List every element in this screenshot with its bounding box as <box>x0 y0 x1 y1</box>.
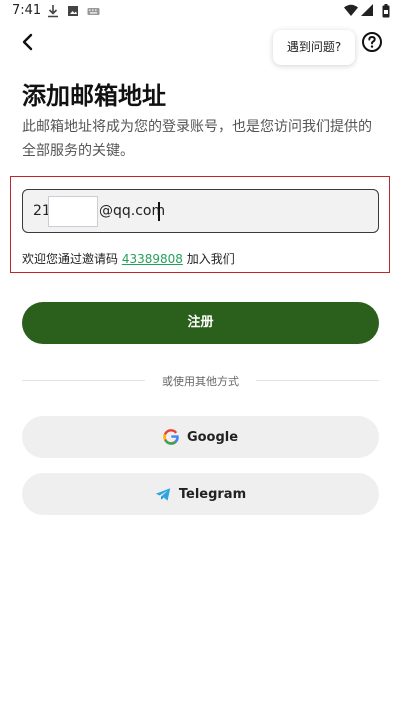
invite-suffix: 加入我们 <box>182 252 235 266</box>
wifi-icon <box>344 4 358 16</box>
download-icon <box>48 5 58 18</box>
help-bubble[interactable]: 遇到问题? <box>273 30 355 65</box>
back-arrow-icon[interactable] <box>16 30 40 54</box>
email-field[interactable]: 21 @qq.com <box>22 189 379 233</box>
battery-icon <box>382 4 390 18</box>
google-label: Google <box>186 429 239 445</box>
email-suffix: @qq.com <box>99 203 166 219</box>
telegram-label: Telegram <box>178 486 247 502</box>
signal-icon <box>361 4 373 16</box>
image-icon <box>68 6 78 16</box>
invite-line: 欢迎您通过邀请码 43389808 加入我们 <box>22 250 235 267</box>
divider: 或使用其他方式 <box>22 373 379 388</box>
invite-prefix: 欢迎您通过邀请码 <box>22 252 122 266</box>
status-time: 7:41 <box>12 3 42 18</box>
page-description: 此邮箱地址将成为您的登录账号，也是您访问我们提供的全部服务的关键。 <box>22 119 372 159</box>
text-caret <box>158 202 160 221</box>
page-title: 添加邮箱地址 <box>22 82 166 110</box>
divider-line-right <box>256 380 379 381</box>
invite-code-link[interactable]: 43389808 <box>122 252 183 266</box>
register-button[interactable]: 注册 <box>22 302 379 344</box>
telegram-icon <box>155 487 171 501</box>
telegram-button[interactable]: Telegram <box>22 473 379 515</box>
status-bar: 7:41 <box>0 0 400 24</box>
divider-text: 或使用其他方式 <box>162 375 239 388</box>
google-icon <box>163 429 179 445</box>
help-circle-icon[interactable] <box>361 31 383 53</box>
google-button[interactable]: Google <box>22 416 379 458</box>
email-redaction-mask <box>48 196 98 227</box>
keyboard-icon <box>87 8 100 15</box>
